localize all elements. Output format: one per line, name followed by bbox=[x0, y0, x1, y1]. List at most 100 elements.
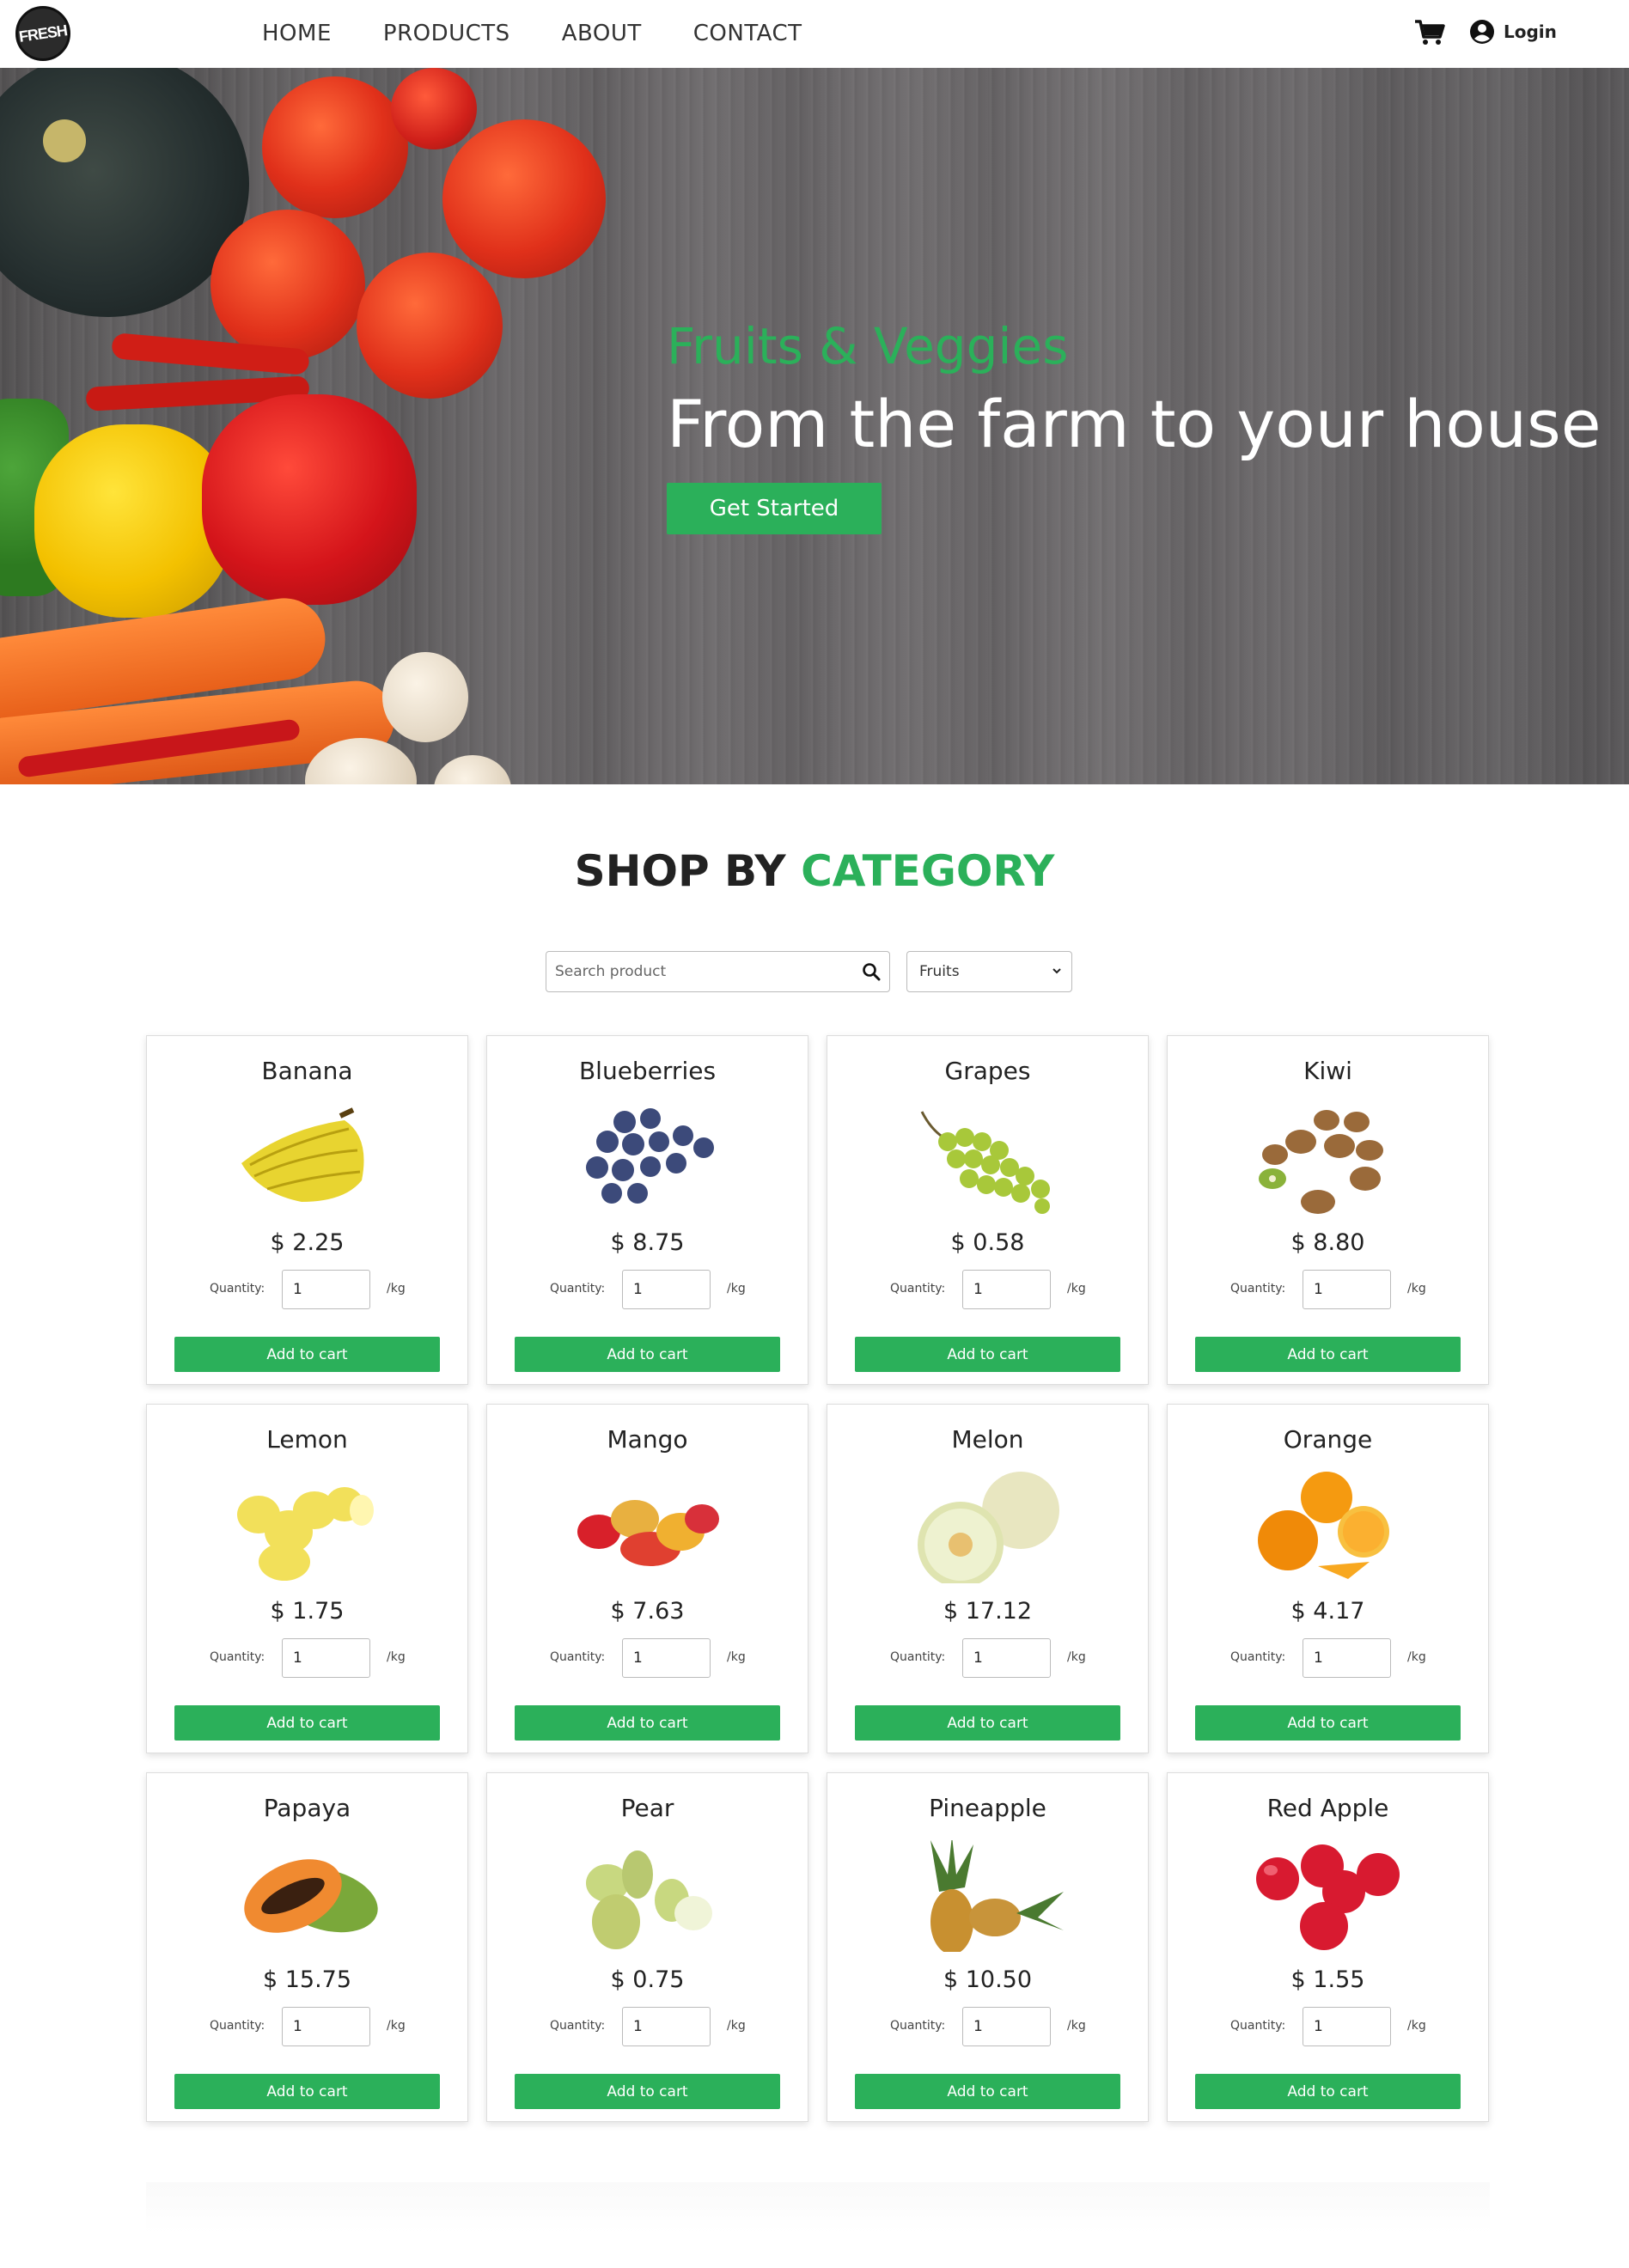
product-name: Mango bbox=[607, 1425, 688, 1454]
grapes-image bbox=[920, 1111, 1050, 1214]
product-name: Red Apple bbox=[1266, 1794, 1389, 1822]
add-to-cart-button[interactable]: Add to cart bbox=[515, 2074, 780, 2109]
product-price: $ 4.17 bbox=[1290, 1598, 1365, 1625]
quantity-label: Quantity: bbox=[210, 1282, 265, 1296]
unit-label: /kg bbox=[727, 2019, 746, 2033]
unit-label: /kg bbox=[1407, 2019, 1426, 2033]
product-name: Orange bbox=[1283, 1425, 1373, 1454]
brand-logo[interactable]: FRESH bbox=[15, 6, 70, 61]
unit-label: /kg bbox=[1407, 1282, 1426, 1296]
product-card-pineapple: Pineapple $ 10.50 Quantity: /kg Add to c… bbox=[827, 1772, 1149, 2122]
quantity-input[interactable] bbox=[282, 1638, 370, 1678]
add-to-cart-button[interactable]: Add to cart bbox=[174, 2074, 440, 2109]
pear-image bbox=[586, 1850, 712, 1949]
product-name: Melon bbox=[951, 1425, 1024, 1454]
category-select[interactable]: Fruits bbox=[906, 951, 1072, 992]
product-price: $ 8.80 bbox=[1290, 1229, 1365, 1256]
product-card-kiwi: Kiwi $ 8.80 Quantity: /kg Add to cart bbox=[1167, 1035, 1489, 1385]
nav-products-link[interactable]: PRODUCTS bbox=[383, 21, 510, 46]
add-to-cart-button[interactable]: Add to cart bbox=[855, 2074, 1120, 2109]
quantity-input[interactable] bbox=[1303, 2007, 1391, 2046]
product-card-melon: Melon $ 17.12 Quantity: /kg Add to cart bbox=[827, 1404, 1149, 1753]
product-price: $ 1.75 bbox=[270, 1598, 345, 1625]
product-price: $ 10.50 bbox=[943, 1966, 1033, 1993]
product-price: $ 2.25 bbox=[270, 1229, 345, 1256]
red-apple-image bbox=[1256, 1844, 1400, 1950]
login-label: Login bbox=[1504, 21, 1557, 42]
hero-title: From the farm to your house bbox=[667, 386, 1602, 462]
mango-image bbox=[577, 1500, 719, 1566]
search-icon[interactable] bbox=[862, 962, 881, 981]
quantity-input[interactable] bbox=[962, 1270, 1051, 1309]
unit-label: /kg bbox=[1067, 2019, 1086, 2033]
quantity-input[interactable] bbox=[622, 2007, 711, 2046]
quantity-input[interactable] bbox=[1303, 1270, 1391, 1309]
quantity-label: Quantity: bbox=[890, 1650, 946, 1664]
quantity-label: Quantity: bbox=[550, 2019, 606, 2033]
product-name: Banana bbox=[261, 1057, 353, 1085]
nav-home-link[interactable]: HOME bbox=[262, 21, 332, 46]
quantity-label: Quantity: bbox=[210, 1650, 265, 1664]
product-card-pear: Pear $ 0.75 Quantity: /kg Add to cart bbox=[486, 1772, 808, 2122]
add-to-cart-button[interactable]: Add to cart bbox=[515, 1337, 780, 1372]
product-price: $ 0.75 bbox=[610, 1966, 685, 1993]
add-to-cart-button[interactable]: Add to cart bbox=[515, 1705, 780, 1741]
search-input[interactable] bbox=[555, 952, 847, 991]
blueberries-image bbox=[586, 1108, 714, 1204]
main-nav: HOME PRODUCTS ABOUT CONTACT bbox=[262, 21, 802, 46]
product-price: $ 7.63 bbox=[610, 1598, 685, 1625]
nav-about-link[interactable]: ABOUT bbox=[562, 21, 642, 46]
quantity-input[interactable] bbox=[1303, 1638, 1391, 1678]
add-to-cart-button[interactable]: Add to cart bbox=[1195, 1705, 1461, 1741]
add-to-cart-button[interactable]: Add to cart bbox=[1195, 1337, 1461, 1372]
kiwi-image bbox=[1259, 1110, 1383, 1214]
logo-text: FRESH bbox=[17, 21, 69, 46]
quantity-label: Quantity: bbox=[1230, 2019, 1286, 2033]
quantity-label: Quantity: bbox=[890, 1282, 946, 1296]
unit-label: /kg bbox=[727, 1282, 746, 1296]
quantity-input[interactable] bbox=[962, 2007, 1051, 2046]
unit-label: /kg bbox=[1067, 1282, 1086, 1296]
add-to-cart-button[interactable]: Add to cart bbox=[174, 1337, 440, 1372]
product-card-red-apple: Red Apple $ 1.55 Quantity: /kg Add to ca… bbox=[1167, 1772, 1489, 2122]
unit-label: /kg bbox=[727, 1650, 746, 1664]
quantity-input[interactable] bbox=[622, 1638, 711, 1678]
login-button[interactable]: Login bbox=[1469, 19, 1557, 45]
lemon-image bbox=[237, 1487, 374, 1581]
product-price: $ 0.58 bbox=[950, 1229, 1025, 1256]
quantity-input[interactable] bbox=[282, 2007, 370, 2046]
product-card-mango: Mango $ 7.63 Quantity: /kg Add to cart bbox=[486, 1404, 808, 1753]
unit-label: /kg bbox=[387, 1650, 406, 1664]
quantity-input[interactable] bbox=[282, 1270, 370, 1309]
category-select-value: Fruits bbox=[919, 963, 960, 980]
quantity-label: Quantity: bbox=[890, 2019, 946, 2033]
unit-label: /kg bbox=[1407, 1650, 1426, 1664]
quantity-input[interactable] bbox=[962, 1638, 1051, 1678]
get-started-button[interactable]: Get Started bbox=[667, 483, 882, 534]
product-card-lemon: Lemon $ 1.75 Quantity: /kg Add to cart bbox=[146, 1404, 468, 1753]
papaya-image bbox=[244, 1859, 378, 1933]
quantity-label: Quantity: bbox=[1230, 1282, 1286, 1296]
quantity-input[interactable] bbox=[622, 1270, 711, 1309]
product-grid: Banana $ 2.25 Quantity: /kg Add to cart … bbox=[146, 1035, 1490, 2122]
add-to-cart-button[interactable]: Add to cart bbox=[855, 1705, 1120, 1741]
product-name: Pineapple bbox=[929, 1794, 1046, 1822]
add-to-cart-button[interactable]: Add to cart bbox=[1195, 2074, 1461, 2109]
unit-label: /kg bbox=[387, 1282, 406, 1296]
chevron-down-icon bbox=[1052, 968, 1061, 974]
quantity-label: Quantity: bbox=[550, 1282, 606, 1296]
product-price: $ 8.75 bbox=[610, 1229, 685, 1256]
quantity-label: Quantity: bbox=[1230, 1650, 1286, 1664]
cart-icon[interactable] bbox=[1414, 19, 1445, 46]
product-name: Papaya bbox=[263, 1794, 351, 1822]
add-to-cart-button[interactable]: Add to cart bbox=[855, 1337, 1120, 1372]
unit-label: /kg bbox=[387, 2019, 406, 2033]
navbar: FRESH HOME PRODUCTS ABOUT CONTACT Login bbox=[0, 0, 1629, 68]
product-name: Blueberries bbox=[578, 1057, 717, 1085]
product-card-papaya: Papaya $ 15.75 Quantity: /kg Add to cart bbox=[146, 1772, 468, 2122]
quantity-label: Quantity: bbox=[550, 1650, 606, 1664]
add-to-cart-button[interactable]: Add to cart bbox=[174, 1705, 440, 1741]
product-name: Kiwi bbox=[1303, 1057, 1352, 1085]
unit-label: /kg bbox=[1067, 1650, 1086, 1664]
nav-contact-link[interactable]: CONTACT bbox=[693, 21, 802, 46]
